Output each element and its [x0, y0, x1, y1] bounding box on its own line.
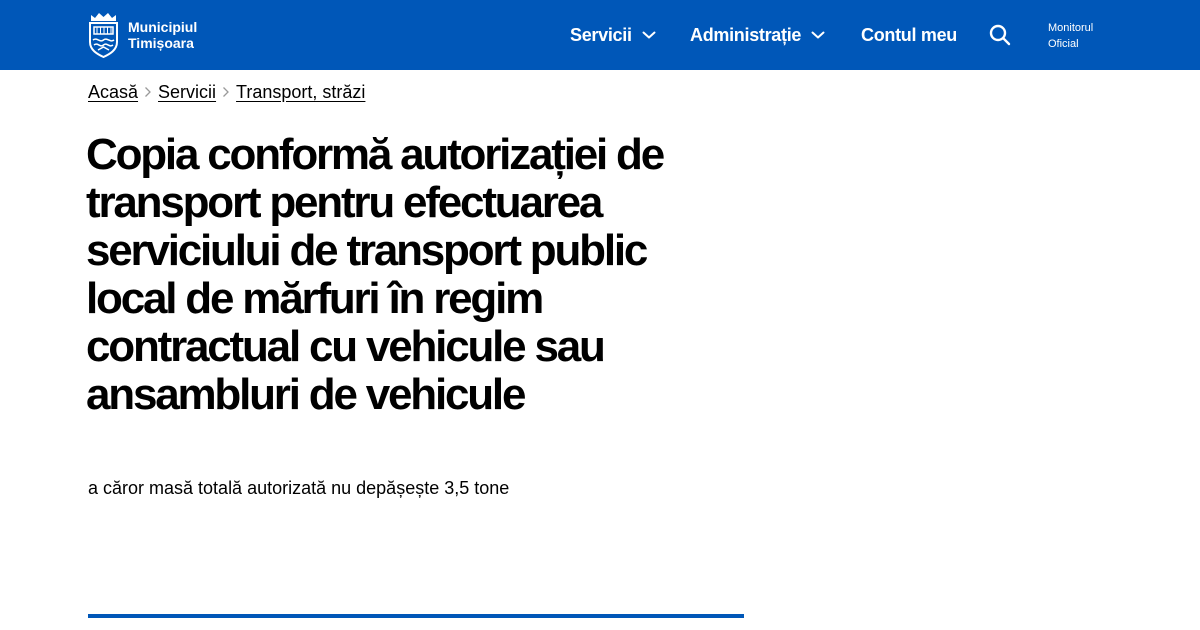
nav-contul-meu[interactable]: Contul meu: [861, 0, 957, 70]
section-divider: [88, 614, 744, 618]
breadcrumb-item-servicii[interactable]: Servicii: [158, 82, 216, 103]
page-subtitle: a căror masă totală autorizată nu depășe…: [88, 478, 510, 498]
city-crest-icon: [89, 13, 118, 58]
chevron-right-icon: [216, 80, 236, 104]
search-button[interactable]: [989, 24, 1011, 46]
nav-contul-meu-label: Contul meu: [861, 24, 957, 45]
breadcrumb-item-transport-strazi[interactable]: Transport, străzi: [236, 82, 365, 103]
nav-servicii[interactable]: Servicii: [570, 0, 656, 70]
breadcrumb-item-acasa[interactable]: Acasă: [88, 82, 138, 103]
nav-servicii-label: Servicii: [570, 24, 632, 45]
breadcrumb: Acasă Servicii Transport, străzi: [88, 80, 365, 104]
monitorul-oficial-link[interactable]: Monitorul Oficial: [1048, 20, 1093, 52]
chevron-right-icon: [138, 80, 158, 104]
search-icon: [989, 24, 1011, 46]
nav-administratie-label: Administrație: [690, 24, 802, 45]
monitor-line-1: Monitorul: [1048, 22, 1094, 34]
top-navigation-bar: Municipiul Timișoara Servicii Administra…: [0, 0, 1200, 70]
brand-line-1: Municipiul: [128, 19, 198, 35]
brand-line-2: Timișoara: [128, 35, 194, 51]
monitor-line-2: Oficial: [1048, 38, 1079, 50]
chevron-down-icon: [642, 31, 656, 39]
chevron-down-icon: [811, 31, 825, 39]
nav-administratie[interactable]: Administrație: [690, 0, 825, 70]
page-title: Copia conformă autorizației de transport…: [86, 130, 665, 419]
brand-name: Municipiul Timișoara: [128, 19, 197, 51]
home-logo-link[interactable]: Municipiul Timișoara: [88, 12, 197, 58]
